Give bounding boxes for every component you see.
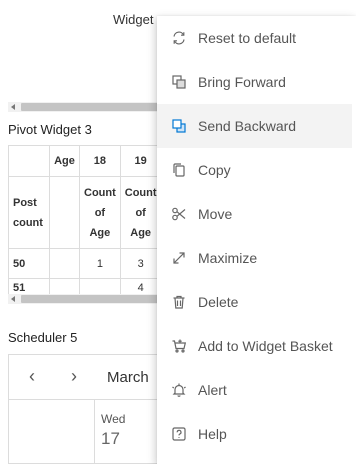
horizontal-scrollbar[interactable] [8, 102, 158, 112]
day-header-name: Wed [101, 412, 126, 426]
scroll-left-arrow-icon[interactable] [11, 104, 15, 110]
menu-item-copy[interactable]: Copy [157, 148, 352, 192]
widget-title-partial: Widget [113, 12, 154, 27]
menu-item-label: Move [198, 206, 233, 222]
maximize-icon [171, 250, 187, 266]
day-column-divider [94, 400, 95, 464]
help-icon [171, 426, 187, 442]
pivot-horizontal-scrollbar[interactable] [8, 294, 158, 304]
pivot-empty-cell [49, 248, 80, 279]
scissors-icon [171, 206, 187, 222]
basket-icon [171, 338, 187, 354]
scrollbar-thumb[interactable] [21, 103, 158, 111]
menu-item-label: Add to Widget Basket [198, 338, 333, 354]
menu-item-send-backward[interactable]: Send Backward [157, 104, 352, 148]
scheduler-widget: ‹ › March Wed 17 [8, 354, 169, 464]
menu-item-move[interactable]: Move [157, 192, 352, 236]
menu-item-label: Copy [198, 162, 231, 178]
menu-item-label: Alert [198, 382, 227, 398]
pivot-column-header: 19 [119, 145, 162, 177]
pivot-measure-header: Count of Age [119, 176, 162, 249]
copy-icon [171, 162, 187, 178]
pivot-row-field-header[interactable]: Post count [8, 176, 50, 249]
pivot-table: Age 18 19 Post count Count of Age Count … [8, 145, 162, 297]
dashboard-canvas: Widget Pivot Widget 3 Age 18 19 Post cou… [0, 0, 356, 464]
pivot-empty-cell [49, 176, 80, 249]
menu-item-alert[interactable]: Alert [157, 368, 352, 412]
scheduler-toolbar: ‹ › March [9, 355, 169, 400]
menu-item-label: Maximize [198, 250, 258, 266]
scrollbar-thumb[interactable] [21, 295, 158, 303]
scroll-left-arrow-icon[interactable] [11, 296, 15, 302]
chevron-right-icon[interactable]: › [71, 366, 77, 386]
menu-item-label: Delete [198, 294, 239, 310]
pivot-value-cell: 1 [79, 248, 121, 279]
menu-item-delete[interactable]: Delete [157, 280, 352, 324]
menu-item-label: Send Backward [198, 118, 297, 134]
menu-item-maximize[interactable]: Maximize [157, 236, 352, 280]
bring-forward-icon [171, 74, 187, 90]
pivot-header-row: Age 18 19 [8, 145, 162, 177]
menu-item-label: Reset to default [198, 30, 297, 46]
send-backward-icon [171, 118, 187, 134]
menu-item-help[interactable]: Help [157, 412, 352, 456]
menu-item-label: Help [198, 426, 227, 442]
table-row: 50 1 3 [8, 248, 162, 279]
widget-context-menu: Reset to default Bring Forward Send Back… [157, 16, 356, 464]
reset-icon [171, 30, 187, 46]
trash-icon [171, 294, 187, 310]
pivot-widget-title: Pivot Widget 3 [8, 122, 92, 137]
pivot-column-header: 18 [79, 145, 121, 177]
menu-item-add-to-widget-basket[interactable]: Add to Widget Basket [157, 324, 352, 368]
pivot-measure-header: Count of Age [79, 176, 121, 249]
scheduler-date-range-button[interactable]: March [107, 369, 149, 386]
bell-icon [171, 382, 187, 398]
pivot-value-cell: 3 [119, 248, 162, 279]
chevron-left-icon[interactable]: ‹ [29, 366, 35, 386]
pivot-measure-row: Post count Count of Age Count of Age [8, 176, 162, 249]
menu-item-reset-to-default[interactable]: Reset to default [157, 16, 352, 60]
pivot-row-label: 50 [8, 248, 50, 279]
day-header-date[interactable]: 17 [101, 429, 120, 449]
pivot-corner-cell [8, 145, 50, 177]
menu-item-label: Bring Forward [198, 74, 286, 90]
pivot-column-field-header[interactable]: Age [49, 145, 80, 177]
menu-item-bring-forward[interactable]: Bring Forward [157, 60, 352, 104]
scheduler-widget-title: Scheduler 5 [8, 330, 78, 345]
